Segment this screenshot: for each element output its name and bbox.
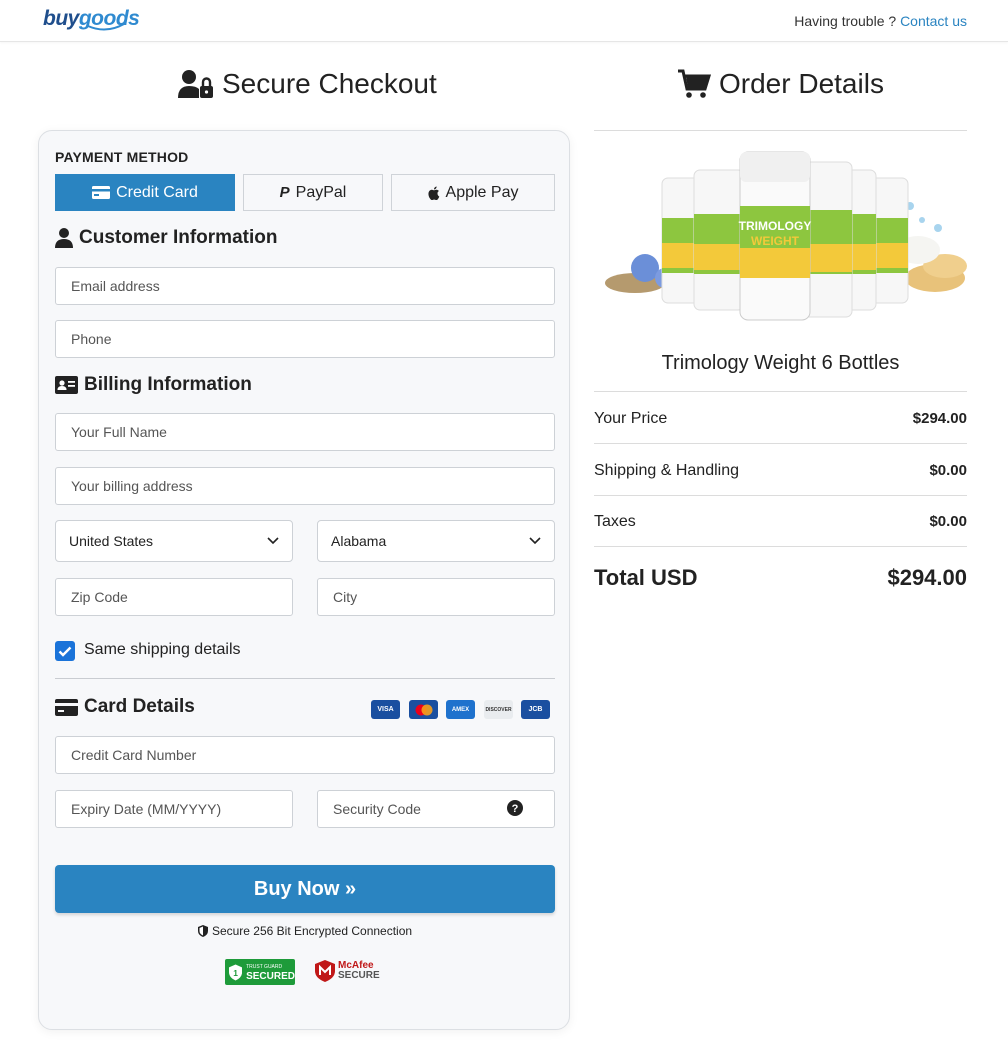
same-shipping-label[interactable]: Same shipping details bbox=[84, 641, 241, 659]
help-text: Having trouble ? Contact us bbox=[794, 13, 967, 29]
product-name: Trimology Weight 6 Bottles bbox=[661, 352, 900, 374]
credit-card-icon bbox=[92, 186, 111, 199]
jcb-icon: JCB bbox=[521, 700, 550, 719]
payment-method-label: PAYMENT METHOD bbox=[55, 149, 189, 165]
customer-info-title: Customer Information bbox=[79, 227, 278, 248]
bottle-label-line2: WEIGHT bbox=[751, 234, 800, 248]
country-select[interactable]: United States bbox=[55, 520, 293, 562]
card-number-field[interactable] bbox=[55, 736, 555, 774]
trust-guard-badge: 1 TRUST GUARD SECURED bbox=[225, 959, 295, 985]
total-label: Total USD bbox=[594, 565, 698, 590]
email-field[interactable] bbox=[55, 267, 555, 305]
full-name-field[interactable] bbox=[55, 413, 555, 451]
paypal-label: PayPal bbox=[295, 183, 347, 201]
your-price-label: Your Price bbox=[594, 410, 668, 427]
trust-badge-label: SECURED bbox=[246, 971, 295, 982]
mcafee-shield-icon bbox=[315, 960, 335, 982]
user-icon bbox=[55, 228, 73, 248]
apple-icon bbox=[427, 186, 439, 200]
buy-now-button[interactable]: Buy Now » bbox=[55, 865, 555, 913]
bottle-label-line1: TRIMOLOGY bbox=[739, 219, 812, 233]
top-bar: buygoods Having trouble ? Contact us bbox=[0, 0, 1008, 42]
paypal-button[interactable]: P PayPal bbox=[243, 174, 383, 211]
order-title: Order Details bbox=[719, 68, 884, 99]
mastercard-icon bbox=[409, 700, 438, 719]
customer-info-heading: Customer Information bbox=[55, 227, 277, 249]
expiry-date-field[interactable] bbox=[55, 790, 293, 828]
logo-swoosh-icon bbox=[87, 23, 125, 31]
credit-card-label: Credit Card bbox=[116, 183, 198, 201]
secure-text: Secure 256 Bit Encrypted Connection bbox=[211, 924, 413, 938]
section-divider bbox=[55, 678, 555, 679]
mcafee-badge: McAfee SECURE bbox=[315, 957, 380, 985]
taxes-value: $0.00 bbox=[929, 513, 967, 530]
your-price-value: $294.00 bbox=[912, 410, 967, 427]
checkmark-icon bbox=[58, 646, 72, 657]
amex-icon: AMEX bbox=[446, 700, 475, 719]
zip-code-field[interactable] bbox=[55, 578, 293, 616]
mcafee-line2: SECURE bbox=[338, 970, 380, 981]
help-label: Having trouble ? bbox=[794, 13, 897, 29]
shield-icon: 1 bbox=[229, 964, 243, 980]
country-value: United States bbox=[69, 533, 154, 549]
apple-pay-button[interactable]: Apple Pay bbox=[391, 174, 555, 211]
logo-part1: buy bbox=[43, 7, 79, 30]
shipping-value: $0.00 bbox=[929, 462, 967, 479]
order-top-divider bbox=[594, 130, 967, 131]
id-card-icon bbox=[55, 376, 78, 394]
checkout-title: Secure Checkout bbox=[222, 68, 437, 99]
product-image: TRIMOLOGY WEIGHT bbox=[605, 151, 967, 321]
apple-pay-label: Apple Pay bbox=[445, 183, 519, 201]
discover-icon: DISCOVER bbox=[484, 700, 513, 719]
order-divider bbox=[594, 546, 967, 547]
user-lock-icon bbox=[178, 70, 213, 98]
billing-address-field[interactable] bbox=[55, 467, 555, 505]
state-value: Alabama bbox=[331, 533, 387, 549]
order-divider bbox=[594, 495, 967, 496]
shield-icon bbox=[197, 925, 208, 937]
order-divider bbox=[594, 391, 967, 392]
credit-card-icon bbox=[55, 698, 78, 716]
visa-icon: VISA bbox=[371, 700, 400, 719]
phone-field[interactable] bbox=[55, 320, 555, 358]
billing-info-title: Billing Information bbox=[84, 374, 252, 395]
question-circle-icon[interactable]: ? bbox=[507, 800, 523, 816]
paypal-icon: P bbox=[279, 184, 290, 201]
state-select[interactable]: Alabama bbox=[317, 520, 555, 562]
chevron-down-icon bbox=[267, 537, 279, 545]
same-shipping-checkbox[interactable] bbox=[55, 641, 75, 661]
credit-card-button[interactable]: Credit Card bbox=[55, 174, 235, 211]
shopping-cart-icon bbox=[678, 69, 711, 98]
shipping-label: Shipping & Handling bbox=[594, 462, 739, 479]
secure-checkout-heading: Secure Checkout bbox=[178, 64, 437, 104]
secure-connection-note: Secure 256 Bit Encrypted Connection bbox=[39, 924, 571, 938]
contact-us-link[interactable]: Contact us bbox=[900, 13, 967, 29]
order-divider bbox=[594, 443, 967, 444]
card-details-heading: Card Details bbox=[55, 696, 195, 718]
city-field[interactable] bbox=[317, 578, 555, 616]
billing-info-heading: Billing Information bbox=[55, 374, 252, 396]
svg-text:?: ? bbox=[512, 803, 519, 815]
checkout-card: PAYMENT METHOD Credit Card P PayPal Appl… bbox=[38, 130, 570, 1030]
chevron-down-icon bbox=[529, 537, 541, 545]
svg-text:1: 1 bbox=[233, 967, 238, 977]
taxes-label: Taxes bbox=[594, 513, 636, 530]
card-details-title: Card Details bbox=[84, 696, 195, 717]
total-value: $294.00 bbox=[887, 565, 967, 590]
order-details-heading: Order Details bbox=[677, 64, 884, 104]
